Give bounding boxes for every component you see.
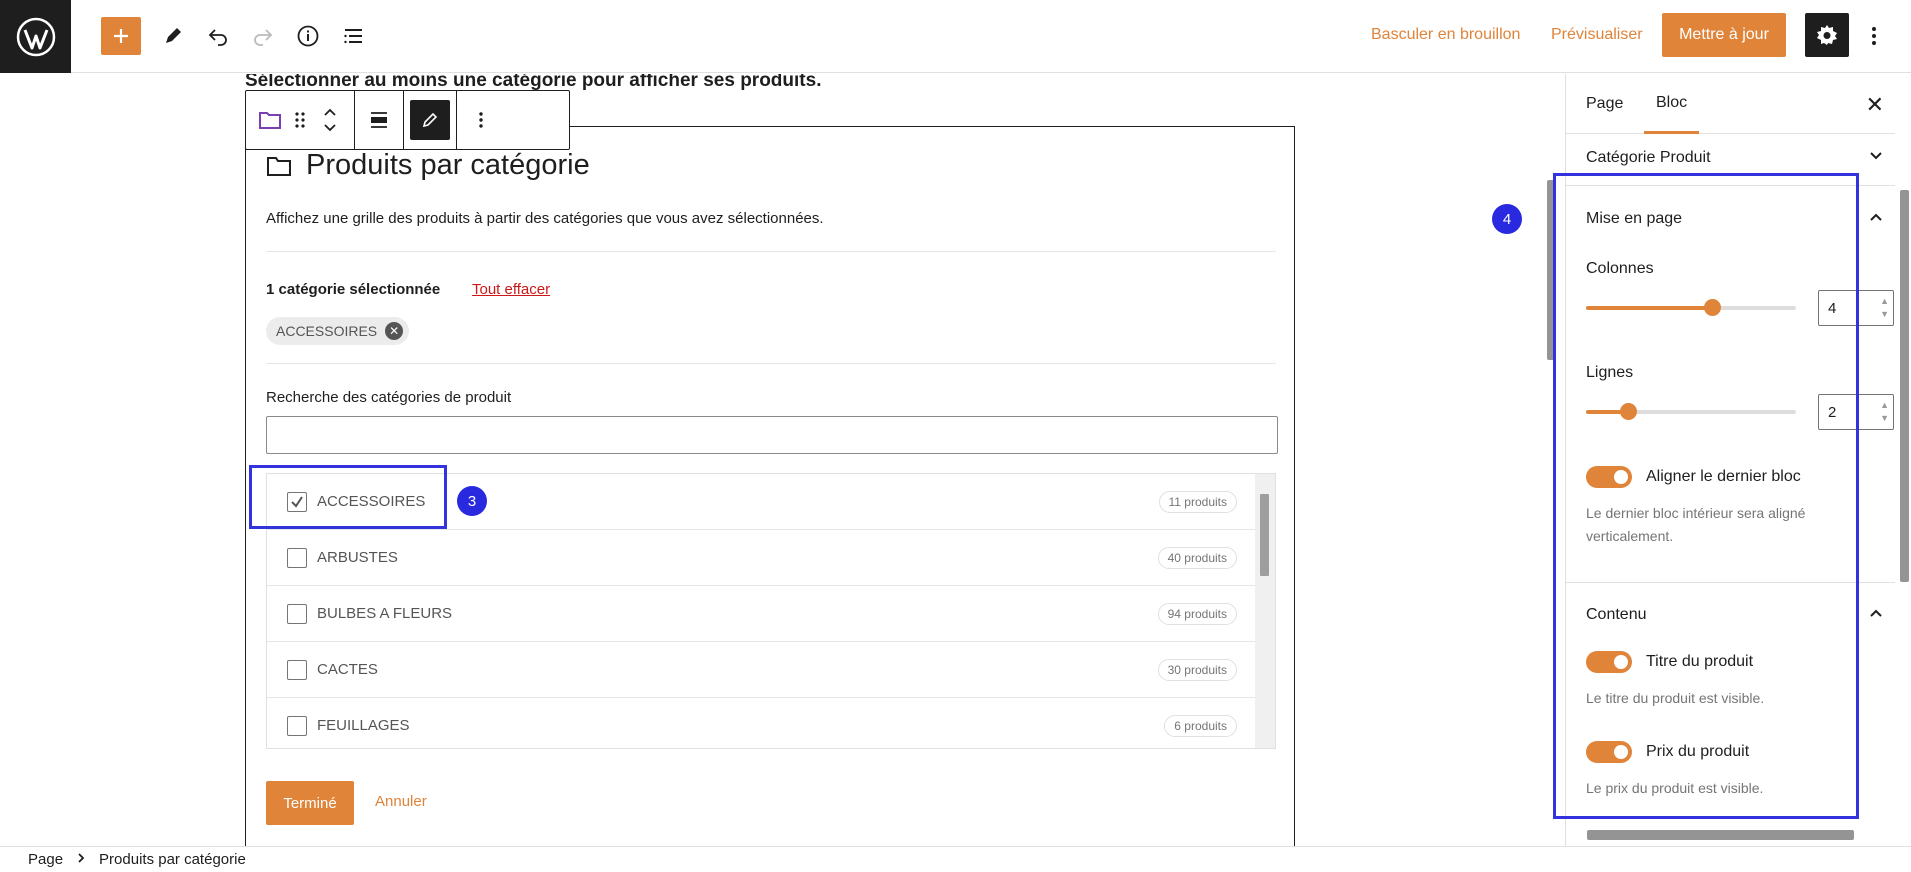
sidebar-scrollbar[interactable] bbox=[1900, 190, 1909, 582]
annotation-box-4 bbox=[1553, 173, 1859, 819]
plus-icon bbox=[114, 29, 128, 43]
sidebar-tabs: Page Bloc ✕ bbox=[1566, 74, 1895, 134]
update-button[interactable]: Mettre à jour bbox=[1662, 13, 1786, 57]
options-button[interactable] bbox=[1862, 17, 1886, 55]
annotation-box-3 bbox=[249, 465, 447, 529]
checkbox[interactable] bbox=[287, 547, 307, 568]
list-scrollbar-thumb[interactable] bbox=[1260, 494, 1269, 576]
editor-canvas: Sélectionner au moins une catégorie pour… bbox=[0, 74, 1545, 846]
tab-page[interactable]: Page bbox=[1586, 74, 1623, 134]
done-button[interactable]: Terminé bbox=[266, 781, 354, 825]
move-up-down-button[interactable] bbox=[312, 98, 348, 142]
chevron-up-icon[interactable] bbox=[1869, 210, 1883, 227]
divider bbox=[266, 363, 1276, 364]
list-item-label: BULBES A FLEURS bbox=[317, 605, 453, 622]
toolbar-group-align bbox=[355, 91, 404, 149]
chevron-up-icon[interactable] bbox=[1869, 606, 1883, 623]
product-count-badge: 6 produits bbox=[1164, 714, 1237, 737]
chip-label: ACCESSOIRES bbox=[276, 323, 378, 339]
preview-link[interactable]: Prévisualiser bbox=[1551, 26, 1643, 44]
cancel-link[interactable]: Annuler bbox=[375, 793, 427, 810]
block-toolbar bbox=[245, 90, 570, 150]
redo-button[interactable] bbox=[243, 17, 283, 55]
product-count-badge: 30 produits bbox=[1157, 658, 1237, 681]
panel-category-product[interactable]: Catégorie Produit bbox=[1586, 149, 1711, 167]
edit-block-button[interactable] bbox=[410, 100, 450, 140]
block-type-button[interactable] bbox=[252, 98, 288, 142]
stepper-icon[interactable]: ▲ ▼ bbox=[1880, 295, 1889, 321]
toolbar-group-edit bbox=[404, 91, 457, 149]
list-view-icon bbox=[344, 29, 362, 44]
product-count-badge: 40 produits bbox=[1157, 546, 1237, 569]
clear-all-link[interactable]: Tout effacer bbox=[472, 281, 550, 298]
list-item-label: CACTES bbox=[317, 661, 378, 678]
details-button[interactable] bbox=[288, 17, 328, 55]
annotation-badge-4: 4 bbox=[1492, 204, 1522, 234]
list-view-button[interactable] bbox=[334, 17, 374, 55]
breadcrumb-current[interactable]: Produits par catégorie bbox=[99, 851, 246, 868]
chevron-down-icon[interactable] bbox=[1869, 149, 1883, 166]
checkbox[interactable] bbox=[287, 603, 307, 624]
list-item[interactable]: BULBES A FLEURS 94 produits bbox=[267, 586, 1257, 642]
list-item-label: ARBUSTES bbox=[317, 549, 398, 566]
folder-icon bbox=[259, 112, 281, 129]
add-block-button[interactable] bbox=[101, 17, 141, 55]
close-sidebar-icon[interactable]: ✕ bbox=[1866, 92, 1884, 118]
pencil-icon bbox=[166, 28, 181, 43]
list-item[interactable]: ARBUSTES 40 produits bbox=[267, 530, 1257, 586]
undo-button[interactable] bbox=[198, 17, 238, 55]
stepper-icon[interactable]: ▲ ▼ bbox=[1880, 399, 1889, 425]
checkbox[interactable] bbox=[287, 659, 307, 680]
block-description: Affichez une grille des produits à parti… bbox=[266, 210, 824, 227]
chevron-up-down-icon bbox=[324, 108, 336, 132]
folder-icon bbox=[267, 156, 291, 176]
selected-chip: ACCESSOIRES ✕ bbox=[266, 317, 410, 345]
align-wide-icon bbox=[371, 112, 387, 128]
chevron-right-icon bbox=[77, 851, 85, 868]
block-title-text: Produits par catégorie bbox=[306, 149, 590, 181]
more-vertical-icon bbox=[479, 112, 483, 128]
redo-icon bbox=[254, 29, 273, 46]
list-item[interactable]: CACTES 30 produits bbox=[267, 642, 1257, 698]
sidebar-horizontal-scrollbar[interactable] bbox=[1587, 830, 1854, 840]
align-button[interactable] bbox=[361, 98, 397, 142]
block-options-button[interactable] bbox=[463, 98, 499, 142]
pencil-icon bbox=[422, 112, 438, 128]
breadcrumb: Page Produits par catégorie bbox=[0, 846, 1911, 872]
remove-chip-icon[interactable]: ✕ bbox=[385, 322, 404, 340]
list-item-label: FEUILLAGES bbox=[317, 717, 410, 734]
product-count-badge: 94 produits bbox=[1157, 602, 1237, 625]
toolbar-group-block bbox=[246, 91, 355, 149]
product-count-badge: 11 produits bbox=[1158, 490, 1237, 513]
tab-block[interactable]: Bloc bbox=[1644, 74, 1700, 134]
selected-count: 1 catégorie sélectionnée bbox=[266, 281, 441, 298]
switch-to-draft-link[interactable]: Basculer en brouillon bbox=[1371, 26, 1520, 44]
list-scrollbar[interactable] bbox=[1255, 474, 1275, 748]
undo-icon bbox=[208, 29, 227, 46]
checkbox[interactable] bbox=[287, 715, 307, 736]
breadcrumb-root[interactable]: Page bbox=[28, 851, 63, 868]
divider bbox=[266, 251, 1276, 252]
search-label: Recherche des catégories de produit bbox=[266, 389, 512, 406]
drag-handle[interactable] bbox=[288, 98, 312, 142]
drag-handle-icon bbox=[295, 112, 305, 128]
block-title: Produits par catégorie bbox=[266, 149, 590, 182]
more-vertical-icon bbox=[1872, 27, 1876, 45]
info-icon bbox=[297, 25, 319, 47]
editor-header: Basculer en brouillon Prévisualiser Mett… bbox=[0, 0, 1911, 73]
category-search-input[interactable] bbox=[266, 416, 1278, 454]
gear-icon bbox=[1817, 25, 1837, 45]
wordpress-logo-icon[interactable] bbox=[0, 0, 71, 73]
settings-button[interactable] bbox=[1805, 13, 1849, 57]
edit-tools-button[interactable] bbox=[153, 17, 193, 55]
annotation-badge-3: 3 bbox=[457, 486, 487, 516]
list-item[interactable]: FEUILLAGES 6 produits bbox=[267, 698, 1257, 748]
toolbar-group-more bbox=[457, 91, 505, 149]
